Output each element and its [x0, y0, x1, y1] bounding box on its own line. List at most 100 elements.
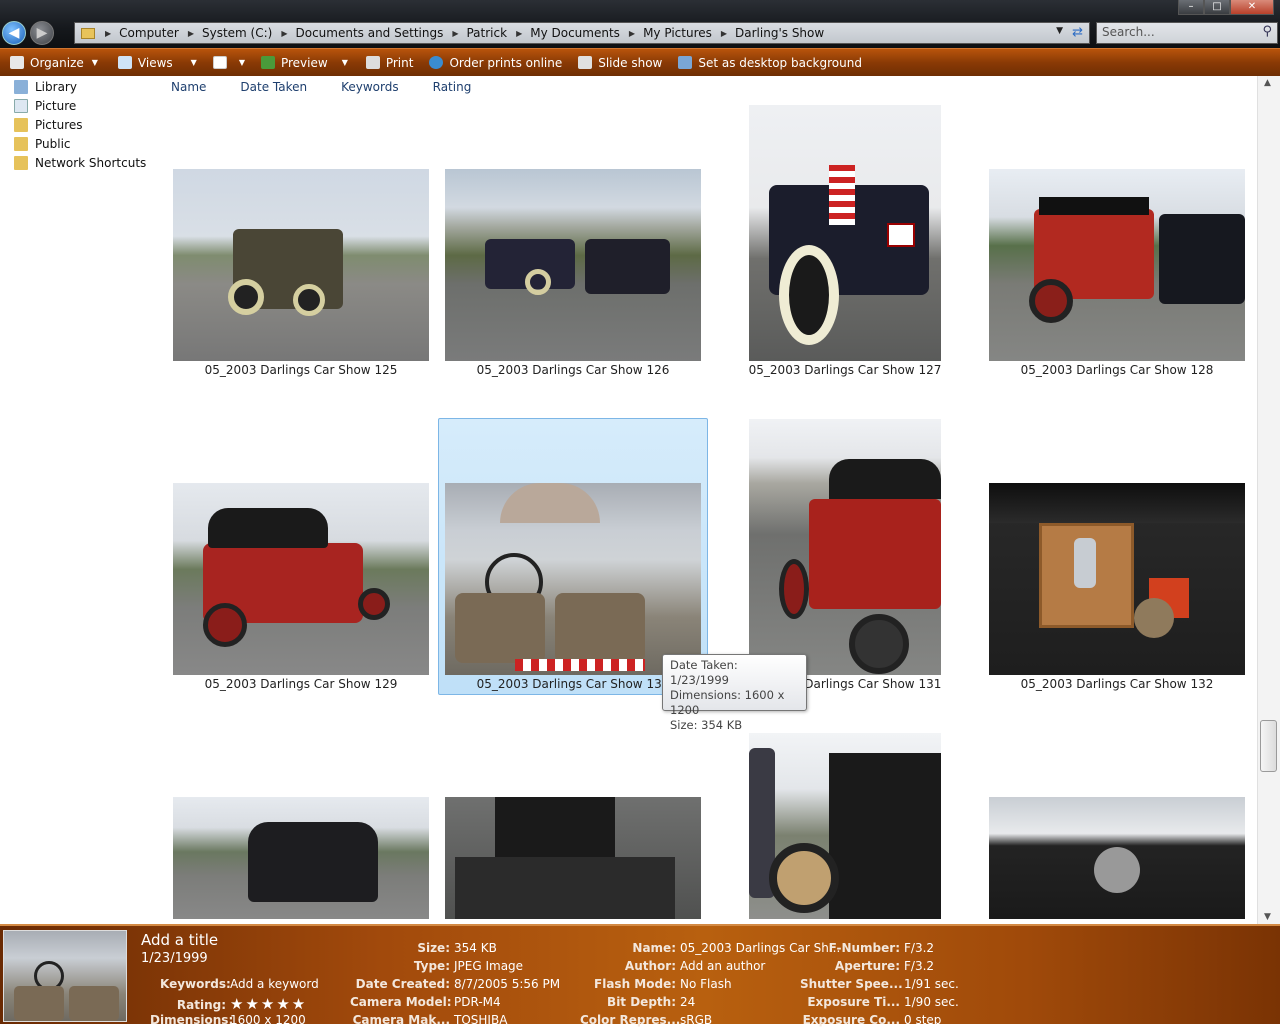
- sidebar-item-public[interactable]: Public: [0, 134, 160, 153]
- slideshow-icon: [578, 56, 593, 69]
- photo-caption[interactable]: 05_2003 Darlings Car Show 127: [709, 363, 981, 377]
- sidebar-item-network-shortcuts[interactable]: Network Shortcuts: [0, 153, 160, 172]
- photo-thumbnail[interactable]: [989, 797, 1245, 919]
- dimensions-field: Dimensions:1600 x 1200: [150, 1013, 306, 1027]
- photo-caption[interactable]: 05_2003 Darlings Car Show 126: [437, 363, 709, 377]
- printer-icon: [365, 56, 380, 69]
- sidebar-item-picture[interactable]: Picture: [0, 96, 160, 115]
- chevron-right-icon: ▶: [105, 28, 112, 38]
- library-icon: [14, 79, 28, 94]
- preview-icon: [260, 56, 275, 69]
- vertical-scrollbar[interactable]: ▲ ▼: [1257, 76, 1280, 924]
- rating-field[interactable]: Rating: ★★★★★: [160, 995, 307, 1013]
- photo-thumbnail[interactable]: [445, 483, 701, 675]
- layout-icon: [212, 56, 227, 69]
- star-rating-icon[interactable]: ★★★★★: [230, 995, 307, 1013]
- tooltip-date-taken: Date Taken: 1/23/1999: [670, 658, 738, 687]
- folder-icon: [14, 136, 28, 151]
- breadcrumb-darlings-show[interactable]: Darling's Show: [735, 26, 824, 40]
- folder-icon: [81, 27, 95, 39]
- shutter-speed-field: Shutter Spee...1/91 sec.: [800, 977, 959, 991]
- breadcrumb-patrick[interactable]: Patrick ▶: [466, 26, 530, 40]
- window-titlebar: – □ ✕ ◀ ▶ ▶ Computer ▶ System (C:) ▶ Docum…: [0, 0, 1280, 48]
- column-keywords[interactable]: Keywords: [341, 80, 399, 94]
- photo-caption[interactable]: 05_2003 Darlings Car Show 132: [981, 677, 1253, 691]
- organize-icon: [10, 56, 24, 69]
- photo-caption[interactable]: 05_2003 Darlings Car Show 128: [981, 363, 1253, 377]
- scroll-up-icon[interactable]: ▲: [1264, 78, 1271, 88]
- date-taken-value: 1/23/1999: [141, 951, 208, 966]
- photo-thumbnail[interactable]: [989, 483, 1245, 675]
- keywords-field[interactable]: Keywords:Add a keyword: [160, 977, 319, 991]
- breadcrumb-documents-settings[interactable]: Documents and Settings ▶: [295, 26, 466, 40]
- photo-thumbnail[interactable]: [445, 169, 701, 361]
- back-arrow-icon[interactable]: ◀: [2, 21, 26, 45]
- photo-grid: 05_2003 Darlings Car Show 125 05_2003 Da…: [160, 98, 1257, 924]
- exposure-compensation-field: Exposure Co... 0 step: [802, 1013, 942, 1027]
- title-field[interactable]: Add a title: [141, 931, 218, 949]
- organize-button[interactable]: Organize ▼: [6, 52, 102, 74]
- search-input[interactable]: Search... ⚲: [1096, 22, 1278, 44]
- folder-icon: [14, 155, 28, 170]
- photo-info-tooltip: Date Taken: 1/23/1999 Dimensions: 1600 x…: [662, 654, 807, 732]
- minimize-button[interactable]: –: [1178, 0, 1204, 15]
- details-pane: Add a title 1/23/1999 Keywords:Add a key…: [0, 924, 1280, 1027]
- breadcrumb-my-documents[interactable]: My Documents ▶: [530, 26, 643, 40]
- preview-button[interactable]: Preview ▼: [257, 52, 352, 74]
- slide-show-button[interactable]: Slide show: [574, 52, 666, 74]
- photo-caption[interactable]: 05_2003 Darlings Car Show 125: [165, 363, 437, 377]
- print-button[interactable]: Print: [362, 52, 418, 74]
- flash-mode-field: Flash Mode: No Flash: [594, 977, 732, 991]
- sidebar-item-library[interactable]: Library: [0, 77, 160, 96]
- size-field: Size: 354 KB: [417, 941, 497, 955]
- photo-caption[interactable]: 05_2003 Darlings Car Show 129: [165, 677, 437, 691]
- photo-thumbnail[interactable]: [173, 483, 429, 675]
- scroll-down-icon[interactable]: ▼: [1264, 912, 1271, 922]
- photo-thumbnail[interactable]: [749, 733, 941, 919]
- camera-maker-field: Camera Mak... TOSHIBA: [352, 1013, 508, 1027]
- camera-model-field: Camera Model: PDR-M4: [350, 995, 501, 1009]
- photo-thumbnail[interactable]: [445, 797, 701, 919]
- column-rating[interactable]: Rating: [433, 80, 472, 94]
- command-toolbar: Organize ▼ Views ▼ ▼ Preview ▼ Print Order …: [0, 48, 1280, 76]
- column-name[interactable]: Name: [171, 80, 206, 94]
- photo-thumbnail[interactable]: [749, 419, 941, 675]
- maximize-button[interactable]: □: [1204, 0, 1230, 15]
- selected-photo-preview: [3, 930, 127, 1022]
- photo-thumbnail[interactable]: [749, 105, 941, 361]
- desktop-icon: [678, 56, 693, 69]
- window-controls: – □ ✕: [1178, 0, 1274, 15]
- column-headers: Name Date Taken Keywords Rating: [160, 76, 1257, 98]
- bit-depth-field: Bit Depth: 24: [607, 995, 696, 1009]
- f-number-field: F-Number: F/3.2: [828, 941, 935, 955]
- forward-arrow-icon[interactable]: ▶: [30, 21, 54, 45]
- date-created-field: Date Created: 8/7/2005 5:56 PM: [355, 977, 561, 991]
- tooltip-dimensions: Dimensions: 1600 x 1200: [670, 688, 785, 717]
- scrollbar-thumb[interactable]: [1260, 720, 1277, 772]
- type-field: Type: JPEG Image: [413, 959, 524, 973]
- author-field[interactable]: Author: Add an author: [580, 959, 765, 973]
- layout-button[interactable]: ▼: [209, 52, 249, 74]
- close-button[interactable]: ✕: [1230, 0, 1274, 15]
- breadcrumb-computer[interactable]: Computer ▶: [119, 26, 202, 40]
- photo-thumbnail[interactable]: [989, 169, 1245, 361]
- breadcrumb-my-pictures[interactable]: My Pictures ▶: [643, 26, 735, 40]
- refresh-icon[interactable]: ⇄: [1072, 25, 1083, 40]
- navigation-pane: Library Picture Pictures Public Network …: [0, 76, 160, 924]
- set-desktop-background-button[interactable]: Set as desktop background: [674, 52, 866, 74]
- photo-thumbnail[interactable]: [173, 169, 429, 361]
- order-prints-button[interactable]: Order prints online: [425, 52, 566, 74]
- picture-icon: [14, 98, 28, 113]
- search-icon[interactable]: ⚲: [1262, 24, 1272, 39]
- views-icon: [117, 56, 132, 69]
- chevron-down-icon[interactable]: ▼: [1056, 26, 1063, 36]
- column-date-taken[interactable]: Date Taken: [240, 80, 307, 94]
- address-bar[interactable]: ▶ Computer ▶ System (C:) ▶ Documents and S…: [74, 22, 1090, 44]
- breadcrumb-system-c[interactable]: System (C:) ▶: [202, 26, 296, 40]
- globe-icon: [429, 56, 444, 69]
- aperture-field: Aperture: F/3.2: [834, 959, 935, 973]
- exposure-time-field: Exposure Ti... 1/90 sec.: [807, 995, 959, 1009]
- photo-thumbnail[interactable]: [173, 797, 429, 919]
- sidebar-item-pictures[interactable]: Pictures: [0, 115, 160, 134]
- views-button[interactable]: Views ▼: [114, 52, 201, 74]
